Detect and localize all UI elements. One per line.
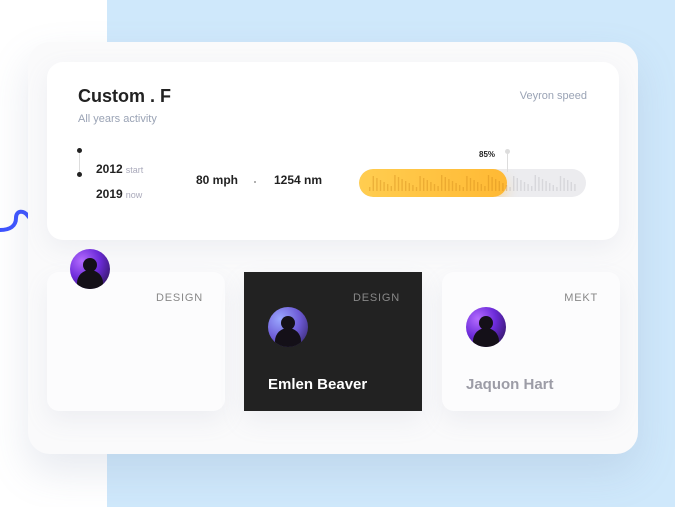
progress-tick	[379, 180, 382, 191]
progress-tick	[498, 181, 500, 191]
year-now-value: 2019	[96, 187, 123, 201]
progress-tick	[556, 187, 558, 191]
progress-tick	[502, 183, 504, 191]
progress-tick	[541, 179, 544, 191]
progress-tick	[369, 187, 371, 191]
progress-tick	[412, 185, 414, 191]
progress-tick	[520, 180, 522, 191]
profile-card-2[interactable]: DESIGN Emlen Beaver	[244, 272, 422, 411]
progress-tick	[487, 175, 490, 191]
progress-tick	[559, 176, 562, 191]
speed-stat: 80 mph	[196, 173, 239, 187]
progress-tick	[534, 175, 536, 191]
progress-tick	[408, 183, 410, 191]
progress-tick	[545, 181, 547, 191]
progress-tick	[383, 182, 385, 191]
progress-tick	[426, 180, 428, 191]
progress-tick	[397, 177, 400, 191]
timeline-dot-start	[77, 148, 82, 153]
profile-card-1[interactable]: DESIGN	[47, 272, 225, 411]
progress-tick	[516, 178, 518, 191]
progress-tick	[466, 176, 468, 191]
progress-tick	[509, 187, 511, 191]
progress-tick	[480, 184, 482, 191]
progress-tick	[451, 181, 454, 191]
progress-tick	[484, 186, 486, 191]
veyron-speed-label: Veyron speed	[519, 90, 587, 102]
progress-tick	[387, 184, 389, 191]
progress-percent: 85%	[479, 150, 496, 159]
progress-tick	[505, 185, 508, 191]
progress-tick	[567, 180, 569, 191]
card-2-tag: DESIGN	[353, 292, 400, 304]
person-avatar-icon[interactable]	[466, 307, 506, 347]
progress-bar[interactable]	[359, 169, 586, 197]
card-3-tag: MEKT	[564, 292, 598, 304]
progress-tick	[441, 175, 443, 191]
progress-tick	[459, 185, 461, 191]
progress-tick	[462, 187, 464, 191]
progress-tick	[419, 176, 421, 191]
progress-tick	[570, 182, 572, 191]
progress-tick	[455, 183, 457, 191]
year-now-note: now	[125, 190, 143, 200]
progress-tick	[423, 178, 425, 191]
progress-tick	[430, 182, 432, 191]
progress-tick	[574, 184, 576, 191]
stats-subtitle: All years activity	[78, 113, 157, 125]
distance-stat: 1254 nm	[274, 173, 323, 187]
progress-tick	[491, 177, 493, 191]
progress-tick	[563, 178, 565, 191]
progress-ticks	[369, 175, 576, 191]
progress-tick	[538, 177, 540, 191]
progress-tick	[552, 185, 554, 191]
progress-tick	[473, 180, 475, 191]
progress-tick	[415, 187, 418, 191]
progress-tick	[376, 178, 378, 191]
stats-card: Custom . F All years activity Veyron spe…	[47, 62, 619, 240]
person-avatar-icon[interactable]	[268, 307, 308, 347]
year-start-note: start	[125, 165, 144, 175]
progress-tick	[437, 186, 439, 191]
person-avatar-icon[interactable]	[70, 249, 110, 289]
card-1-tag: DESIGN	[156, 292, 203, 304]
progress-tick	[401, 179, 403, 191]
card-2-name[interactable]: Emlen Beaver	[268, 376, 367, 393]
progress-tick	[405, 181, 407, 191]
stat-separator	[254, 181, 256, 183]
progress-tick	[527, 184, 529, 191]
progress-pin[interactable]	[505, 149, 510, 172]
year-start: 2012 start	[96, 162, 143, 176]
progress-tick	[513, 176, 515, 191]
progress-tick	[523, 182, 526, 191]
progress-tick	[549, 183, 551, 191]
progress-tick	[394, 175, 396, 191]
card-3-name[interactable]: Jaquon Hart	[466, 376, 554, 393]
progress-tick	[433, 184, 436, 191]
progress-tick	[390, 186, 392, 191]
year-now: 2019 now	[96, 187, 142, 201]
year-start-value: 2012	[96, 162, 123, 176]
timeline-dot-now	[77, 172, 82, 177]
progress-tick	[444, 177, 446, 191]
progress-tick	[448, 179, 450, 191]
progress-tick	[477, 182, 479, 191]
progress-tick	[531, 186, 533, 191]
progress-tick	[495, 179, 497, 191]
profile-card-3[interactable]: MEKT Jaquon Hart	[442, 272, 620, 411]
stats-title: Custom . F	[78, 86, 171, 106]
progress-tick	[372, 176, 374, 191]
progress-tick	[469, 178, 472, 191]
